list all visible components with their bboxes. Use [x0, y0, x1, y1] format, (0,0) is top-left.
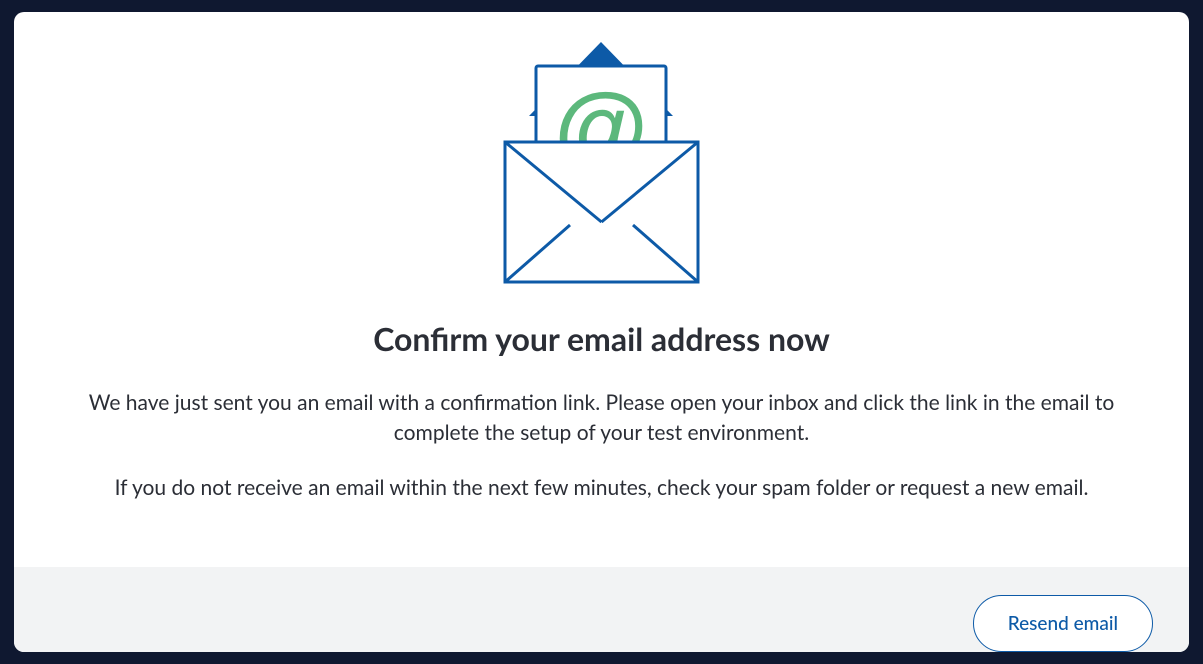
- modal-footer: Resend email: [14, 567, 1189, 652]
- modal-paragraph-2: If you do not receive an email within th…: [115, 473, 1089, 503]
- resend-email-button[interactable]: Resend email: [973, 595, 1153, 652]
- modal-body: @ Confirm your email address now We have…: [14, 12, 1189, 567]
- envelope-at-icon: @: [494, 42, 709, 291]
- modal-paragraph-1: We have just sent you an email with a co…: [62, 388, 1142, 449]
- modal-title: Confirm your email address now: [373, 319, 830, 358]
- confirm-email-modal: @ Confirm your email address now We have…: [14, 12, 1189, 652]
